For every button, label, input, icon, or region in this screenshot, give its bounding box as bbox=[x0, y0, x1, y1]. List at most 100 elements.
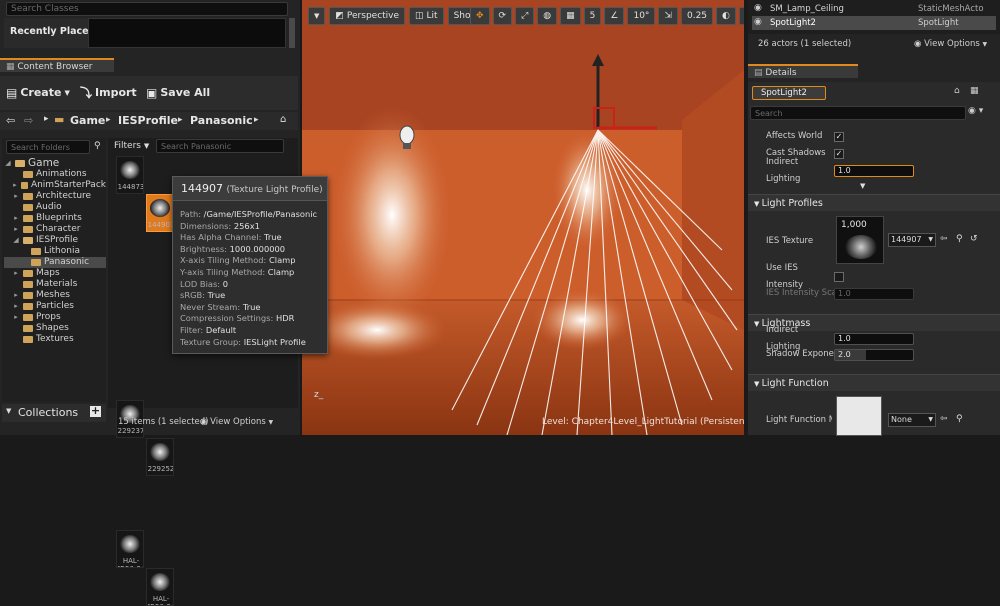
lock-icon[interactable]: ⌂ bbox=[954, 86, 960, 96]
use-ies-intensity-checkbox[interactable] bbox=[834, 271, 844, 282]
light-function-combo[interactable]: None ▼ bbox=[888, 413, 936, 427]
history-dropdown-icon[interactable]: ▸ bbox=[44, 114, 49, 124]
tree-item[interactable]: ▸ Particles bbox=[4, 301, 106, 312]
tree-item[interactable]: ▸ Blueprints bbox=[4, 213, 106, 224]
tree-item[interactable]: ▸ Character bbox=[4, 224, 106, 235]
rotate-snap-value[interactable]: 10° bbox=[627, 7, 656, 25]
details-search-input[interactable]: Search bbox=[750, 106, 966, 120]
tree-item[interactable]: ▸ Architecture bbox=[4, 191, 106, 202]
camera-speed-value[interactable]: 4 bbox=[738, 7, 744, 25]
tree-item[interactable]: Animations bbox=[4, 169, 106, 180]
tree-item[interactable]: Textures bbox=[4, 334, 106, 345]
tree-item[interactable]: ▸ Maps bbox=[4, 268, 106, 279]
browse-icon[interactable]: ⚲ bbox=[956, 414, 963, 424]
scale-snap-value[interactable]: 0.25 bbox=[680, 7, 714, 25]
outliner-view-options-button[interactable]: ◉ View Options ▼ bbox=[914, 39, 987, 49]
light-function-thumbnail[interactable] bbox=[836, 396, 882, 436]
chevron-down-icon[interactable]: ◢ bbox=[12, 235, 20, 246]
folder-icon bbox=[23, 270, 33, 277]
save-all-button[interactable]: ▣ Save All bbox=[146, 84, 210, 102]
translate-icon[interactable]: ✥ bbox=[470, 7, 490, 25]
expand-advanced-icon[interactable]: ▼ bbox=[860, 182, 865, 190]
tree-item[interactable]: ◢ Game bbox=[4, 158, 106, 169]
rotate-snap-icon[interactable]: ∠ bbox=[604, 7, 625, 25]
scrollbar[interactable] bbox=[289, 18, 295, 48]
import-button[interactable]: ⤵ Import bbox=[80, 84, 137, 102]
asset-tile[interactable]: 229252 bbox=[146, 438, 174, 476]
chevron-right-icon[interactable]: ▸ bbox=[12, 191, 20, 202]
reset-icon[interactable]: ↺ bbox=[970, 234, 978, 244]
outliner-row[interactable]: ◉ SM_Lamp_Ceiling StaticMeshActo bbox=[752, 2, 996, 16]
eye-icon[interactable]: ◉ ▾ bbox=[968, 106, 983, 116]
light-profiles-section[interactable]: ▼ Light Profiles bbox=[748, 194, 1000, 211]
tree-item[interactable]: ▸ AnimStarterPack bbox=[4, 180, 106, 191]
chevron-right-icon[interactable]: ▸ bbox=[12, 224, 20, 235]
lm-indirect-lighting-field[interactable]: 1.0 bbox=[834, 332, 914, 345]
chevron-right-icon[interactable]: ▸ bbox=[12, 312, 20, 323]
use-selected-icon[interactable]: ⇦ bbox=[940, 414, 948, 424]
asset-tile[interactable]: HAL-MR50-24-45 bbox=[146, 568, 174, 606]
level-viewport[interactable]: ▼ ◩ Perspective ◫ Lit Show ✥ ⟳ ⤢ ◍ ▦ 5 ∠ 1… bbox=[302, 0, 744, 435]
chevron-right-icon[interactable]: ▸ bbox=[12, 213, 20, 224]
breadcrumb-item-iesprofile[interactable]: IESProfile bbox=[118, 114, 178, 127]
chevron-down-icon[interactable]: ◢ bbox=[4, 158, 12, 169]
eye-icon[interactable]: ◉ bbox=[754, 17, 762, 27]
grid-snap-value[interactable]: 5 bbox=[583, 7, 602, 25]
lock-icon[interactable]: ⌂ bbox=[280, 114, 286, 125]
indirect-lighting-field[interactable]: 1.0 bbox=[834, 164, 914, 177]
chevron-right-icon[interactable]: ▸ bbox=[12, 268, 20, 279]
details-tab[interactable]: ▤ Details bbox=[748, 64, 858, 78]
breadcrumb-item-panasonic[interactable]: Panasonic bbox=[190, 114, 253, 127]
search-assets-input[interactable]: Search Panasonic bbox=[156, 139, 284, 153]
chevron-right-icon[interactable]: ▸ bbox=[12, 301, 20, 312]
lit-button[interactable]: ◫ Lit bbox=[409, 7, 444, 25]
grid-icon[interactable]: ▦ bbox=[970, 86, 979, 96]
affects-world-checkbox[interactable]: ✓ bbox=[834, 131, 844, 142]
browse-icon[interactable]: ⚲ bbox=[956, 234, 963, 244]
placement-list bbox=[88, 18, 286, 48]
world-icon[interactable]: ◍ bbox=[537, 7, 558, 25]
search-folders-input[interactable]: Search Folders bbox=[6, 140, 90, 154]
create-button[interactable]: ▤ Create ▼ bbox=[6, 84, 70, 102]
view-options-button[interactable]: ◉ View Options ▼ bbox=[200, 417, 273, 427]
light-function-section[interactable]: ▼ Light Function bbox=[748, 374, 1000, 391]
use-selected-icon[interactable]: ⇦ bbox=[940, 234, 948, 244]
back-arrow-icon[interactable]: ⇦ bbox=[6, 114, 15, 127]
cast-shadows-checkbox[interactable]: ✓ bbox=[834, 148, 844, 159]
camera-speed-icon[interactable]: ◐ bbox=[716, 7, 736, 25]
ies-texture-combo[interactable]: 144907 ▼ bbox=[888, 233, 936, 247]
lm-shadow-exponent-field[interactable]: 2.0 bbox=[834, 348, 914, 361]
tree-item[interactable]: ▸ Props bbox=[4, 312, 106, 323]
tree-item[interactable]: Materials bbox=[4, 279, 106, 290]
scale-snap-icon[interactable]: ⇲ bbox=[658, 7, 678, 25]
add-collection-icon[interactable]: + bbox=[90, 405, 101, 417]
tree-item[interactable]: Shapes bbox=[4, 323, 106, 334]
chevron-right-icon[interactable]: ▸ bbox=[12, 290, 20, 301]
asset-tile[interactable]: 144873 bbox=[116, 156, 144, 194]
grid-snap-icon[interactable]: ▦ bbox=[560, 7, 581, 25]
tree-item[interactable]: ▸ Meshes bbox=[4, 290, 106, 301]
tree-item[interactable]: ◢ IESProfile bbox=[4, 235, 106, 246]
asset-tile[interactable]: 144907 bbox=[146, 194, 174, 232]
outliner-row-selected[interactable]: ◉ SpotLight2 SpotLight bbox=[752, 16, 996, 30]
chevron-right-icon[interactable]: ▸ bbox=[12, 180, 18, 191]
perspective-button[interactable]: ◩ Perspective bbox=[329, 7, 406, 25]
viewport-options-button[interactable]: ▼ bbox=[308, 7, 326, 25]
content-browser-tab[interactable]: ▦ Content Browser bbox=[0, 58, 114, 72]
asset-tile[interactable]: HAL-MR50-24-35 bbox=[116, 530, 144, 568]
search-classes-input[interactable]: Search Classes bbox=[6, 2, 288, 16]
actor-name-field[interactable]: SpotLight2 bbox=[752, 86, 826, 100]
tree-item[interactable]: Lithonia bbox=[4, 246, 106, 257]
ies-texture-thumbnail[interactable]: 1,000 bbox=[836, 216, 884, 264]
rotate-icon[interactable]: ⟳ bbox=[492, 7, 513, 25]
tree-item[interactable]: Panasonic bbox=[4, 257, 106, 268]
recently-placed-tab[interactable]: Recently Placed bbox=[4, 18, 95, 48]
filters-button[interactable]: Filters ▼ bbox=[114, 141, 149, 151]
breadcrumb-item-game[interactable]: Game bbox=[70, 114, 105, 127]
eye-icon[interactable]: ◉ bbox=[754, 3, 762, 13]
forward-arrow-icon[interactable]: ⇨ bbox=[24, 114, 33, 127]
tree-item[interactable]: Audio bbox=[4, 202, 106, 213]
ies-intensity-scale-field[interactable]: 1.0 bbox=[834, 287, 914, 300]
scale-icon[interactable]: ⤢ bbox=[515, 7, 535, 25]
collections-header[interactable]: ▼ Collections + bbox=[2, 404, 106, 422]
